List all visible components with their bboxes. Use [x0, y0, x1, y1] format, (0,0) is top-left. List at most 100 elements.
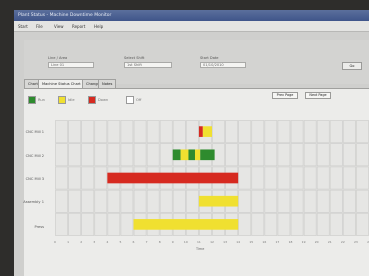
grid-cell — [303, 166, 317, 190]
machine-status-timeline — [55, 120, 369, 236]
menu-start[interactable]: Start — [18, 24, 28, 29]
status-segment-1[interactable] — [202, 126, 212, 137]
grid-cell — [330, 120, 343, 143]
hour-tick-18: 18 — [288, 240, 293, 244]
grid-cell — [120, 213, 134, 236]
status-segment-0[interactable] — [198, 126, 203, 137]
grid-cell — [81, 143, 94, 166]
grid-cell — [356, 120, 369, 143]
shift-field[interactable]: 1st Shift — [124, 62, 172, 68]
hour-tick-9: 9 — [171, 240, 174, 244]
grid-cell — [186, 189, 199, 213]
grid-cell — [186, 120, 199, 143]
grid-cell — [120, 120, 134, 143]
hour-tick-23: 23 — [353, 240, 358, 244]
grid-cell — [94, 213, 107, 236]
hour-tick-1: 1 — [67, 240, 70, 244]
grid-cell — [238, 213, 251, 236]
tab-machine-status[interactable]: Machine Status Chart — [38, 79, 85, 88]
grid-cell — [225, 120, 238, 143]
grid-cell — [238, 189, 251, 213]
hour-tick-6: 6 — [132, 240, 135, 244]
field-date-label: Start Date — [200, 56, 219, 60]
row-label-4: Press — [34, 225, 44, 229]
grid-cell — [317, 189, 330, 213]
line-field[interactable]: Line 01 — [48, 62, 94, 68]
status-segment-5[interactable] — [194, 149, 201, 161]
grid-cell — [107, 120, 121, 143]
grid-cell — [94, 166, 107, 190]
grid-cell — [107, 213, 121, 236]
hour-tick-12: 12 — [210, 240, 214, 244]
grid-cell — [356, 189, 369, 213]
hour-tick-16: 16 — [262, 240, 267, 244]
grid-cell — [303, 120, 317, 143]
row-label-0: CNC Mill 1 — [25, 130, 44, 134]
menu-help[interactable]: Help — [94, 24, 103, 29]
status-segment-8[interactable] — [198, 195, 239, 207]
grid-cell — [303, 213, 317, 236]
grid-cell — [94, 120, 107, 143]
hour-tick-20: 20 — [314, 240, 319, 244]
grid-cell — [290, 120, 304, 143]
grid-cell — [251, 120, 264, 143]
grid-cell — [290, 213, 304, 236]
legend-off: Off — [126, 96, 141, 104]
grid-cell — [277, 143, 291, 166]
status-segment-3[interactable] — [180, 149, 189, 161]
grid-cell — [330, 189, 343, 213]
hour-tick-11: 11 — [196, 240, 201, 244]
hour-tick-2: 2 — [80, 240, 83, 244]
grid-cell — [277, 213, 291, 236]
row-label-2: CNC Mill 3 — [25, 177, 44, 181]
grid-cell — [238, 143, 251, 166]
grid-cell — [343, 189, 356, 213]
grid-cell — [55, 120, 68, 143]
grid-cell — [317, 120, 330, 143]
grid-cell — [146, 143, 160, 166]
grid-cell — [68, 189, 81, 213]
grid-cell — [55, 213, 68, 236]
grid-cell — [120, 189, 134, 213]
grid-cell — [264, 143, 278, 166]
hour-tick-0: 0 — [54, 240, 56, 244]
legend-swatch-idle — [58, 96, 66, 104]
hour-tick-3: 3 — [93, 240, 96, 244]
grid-cell — [107, 189, 121, 213]
status-segment-4[interactable] — [188, 149, 195, 161]
go-button[interactable]: Go — [342, 62, 362, 70]
grid-cell — [317, 166, 330, 190]
grid-cell — [290, 189, 304, 213]
menu-file[interactable]: File — [36, 24, 43, 29]
hour-tick-7: 7 — [145, 240, 148, 244]
prev-page-button[interactable]: Prev Page — [272, 92, 298, 99]
status-segment-9[interactable] — [133, 219, 239, 230]
grid-cell — [264, 189, 278, 213]
status-segment-2[interactable] — [172, 149, 181, 161]
menu-report[interactable]: Report — [72, 24, 85, 29]
grid-cell — [225, 143, 238, 166]
grid-cell — [68, 143, 81, 166]
grid-cell — [68, 166, 81, 190]
grid-cell — [317, 143, 330, 166]
grid-cell — [55, 189, 68, 213]
grid-cell — [356, 143, 369, 166]
grid-cell — [277, 189, 291, 213]
row-label-3: Assembly 1 — [23, 200, 44, 204]
grid-cell — [173, 189, 186, 213]
grid-cell — [160, 120, 173, 143]
status-segment-6[interactable] — [200, 149, 215, 161]
grid-cell — [343, 166, 356, 190]
legend-idle: Idle — [58, 96, 75, 104]
menu-view[interactable]: View — [54, 24, 64, 29]
hour-tick-8: 8 — [158, 240, 161, 244]
status-segment-7[interactable] — [107, 172, 239, 184]
hour-tick-24: 24 — [367, 240, 369, 244]
tab-notes[interactable]: Notes — [98, 79, 117, 88]
next-page-button[interactable]: Next Page — [305, 92, 331, 99]
row-label-1: CNC Mill 2 — [25, 154, 44, 158]
grid-cell — [68, 120, 81, 143]
date-field[interactable]: 01/10/2010 — [200, 62, 246, 68]
grid-cell — [277, 166, 291, 190]
grid-cell — [133, 143, 147, 166]
